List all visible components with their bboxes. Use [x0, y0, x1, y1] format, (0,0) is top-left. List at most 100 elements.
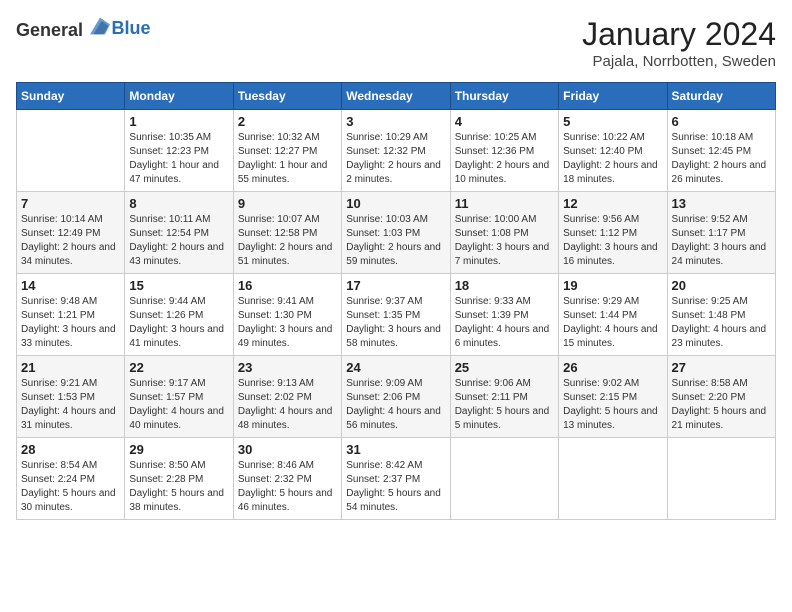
calendar-day-cell: 31 Sunrise: 8:42 AMSunset: 2:37 PMDayligh…	[342, 438, 450, 520]
logo-general: General	[16, 20, 83, 40]
day-info: Sunrise: 8:46 AMSunset: 2:32 PMDaylight:…	[238, 459, 337, 515]
day-number: 11	[455, 196, 554, 211]
day-info: Sunrise: 8:50 AMSunset: 2:28 PMDaylight:…	[129, 459, 228, 515]
day-number: 17	[346, 278, 445, 293]
calendar-day-cell: 4Sunrise: 10:25 AMSunset: 12:36 PMDaylig…	[450, 110, 558, 192]
day-info: Sunrise: 9:06 AMSunset: 2:11 PMDaylight:…	[455, 377, 554, 433]
calendar-week-row: 1 Sunrise: 10:35 AMSunset: 12:23 PMDaylig…	[17, 110, 776, 192]
day-number: 26	[563, 360, 662, 375]
day-info: Sunrise: 9:09 AMSunset: 2:06 PMDaylight:…	[346, 377, 445, 433]
title-block: January 2024 Pajala, Norrbotten, Sweden	[582, 16, 776, 70]
day-info: Sunrise: 8:42 AMSunset: 2:37 PMDaylight:…	[346, 459, 445, 515]
day-number: 23	[238, 360, 337, 375]
calendar-day-cell: 19Sunrise: 9:29 AMSunset: 1:44 PMDayligh…	[559, 274, 667, 356]
day-info: Sunrise: 10:14 AMSunset: 12:49 PMDayligh…	[21, 213, 120, 269]
day-info: Sunrise: 9:37 AMSunset: 1:35 PMDaylight:…	[346, 295, 445, 351]
day-number: 9	[238, 196, 337, 211]
day-number: 18	[455, 278, 554, 293]
calendar-week-row: 21 Sunrise: 9:21 AMSunset: 1:53 PMDayligh…	[17, 356, 776, 438]
calendar-day-cell: 30Sunrise: 8:46 AMSunset: 2:32 PMDayligh…	[233, 438, 341, 520]
weekday-header-cell: Monday	[125, 83, 233, 110]
day-number: 7	[21, 196, 120, 211]
calendar-day-cell: 24 Sunrise: 9:09 AMSunset: 2:06 PMDayligh…	[342, 356, 450, 438]
day-info: Sunrise: 10:35 AMSunset: 12:23 PMDayligh…	[129, 131, 228, 187]
calendar-day-cell: 1 Sunrise: 10:35 AMSunset: 12:23 PMDaylig…	[125, 110, 233, 192]
day-info: Sunrise: 10:29 AMSunset: 12:32 PMDayligh…	[346, 131, 445, 187]
weekday-header-row: SundayMondayTuesdayWednesdayThursdayFrid…	[17, 83, 776, 110]
calendar-day-cell: 20 Sunrise: 9:25 AMSunset: 1:48 PMDayligh…	[667, 274, 775, 356]
day-number: 24	[346, 360, 445, 375]
month-title: January 2024	[582, 16, 776, 53]
day-info: Sunrise: 9:48 AMSunset: 1:21 PMDaylight:…	[21, 295, 120, 351]
calendar-day-cell: 18 Sunrise: 9:33 AMSunset: 1:39 PMDayligh…	[450, 274, 558, 356]
calendar-day-cell: 21 Sunrise: 9:21 AMSunset: 1:53 PMDayligh…	[17, 356, 125, 438]
calendar-day-cell	[559, 438, 667, 520]
calendar-day-cell: 10Sunrise: 10:03 AMSunset: 1:03 PMDaylig…	[342, 192, 450, 274]
day-number: 28	[21, 442, 120, 457]
day-info: Sunrise: 10:07 AMSunset: 12:58 PMDayligh…	[238, 213, 337, 269]
day-info: Sunrise: 9:33 AMSunset: 1:39 PMDaylight:…	[455, 295, 554, 351]
weekday-header-cell: Saturday	[667, 83, 775, 110]
logo-icon	[90, 16, 110, 36]
day-number: 2	[238, 114, 337, 129]
calendar-body: 1 Sunrise: 10:35 AMSunset: 12:23 PMDaylig…	[17, 110, 776, 520]
calendar-day-cell: 26 Sunrise: 9:02 AMSunset: 2:15 PMDayligh…	[559, 356, 667, 438]
calendar-day-cell: 5 Sunrise: 10:22 AMSunset: 12:40 PMDaylig…	[559, 110, 667, 192]
day-number: 12	[563, 196, 662, 211]
day-number: 22	[129, 360, 228, 375]
day-info: Sunrise: 9:41 AMSunset: 1:30 PMDaylight:…	[238, 295, 337, 351]
logo-blue: Blue	[112, 18, 151, 38]
calendar-day-cell: 27Sunrise: 8:58 AMSunset: 2:20 PMDayligh…	[667, 356, 775, 438]
calendar-day-cell: 9 Sunrise: 10:07 AMSunset: 12:58 PMDaylig…	[233, 192, 341, 274]
day-number: 1	[129, 114, 228, 129]
calendar-day-cell: 8Sunrise: 10:11 AMSunset: 12:54 PMDaylig…	[125, 192, 233, 274]
calendar-day-cell: 12 Sunrise: 9:56 AMSunset: 1:12 PMDayligh…	[559, 192, 667, 274]
calendar-day-cell: 22Sunrise: 9:17 AMSunset: 1:57 PMDayligh…	[125, 356, 233, 438]
day-number: 5	[563, 114, 662, 129]
calendar-day-cell: 28 Sunrise: 8:54 AMSunset: 2:24 PMDayligh…	[17, 438, 125, 520]
calendar-day-cell: 13Sunrise: 9:52 AMSunset: 1:17 PMDayligh…	[667, 192, 775, 274]
day-info: Sunrise: 10:00 AMSunset: 1:08 PMDaylight…	[455, 213, 554, 269]
calendar-day-cell	[450, 438, 558, 520]
calendar-week-row: 7 Sunrise: 10:14 AMSunset: 12:49 PMDaylig…	[17, 192, 776, 274]
weekday-header-cell: Sunday	[17, 83, 125, 110]
calendar-day-cell: 15 Sunrise: 9:44 AMSunset: 1:26 PMDayligh…	[125, 274, 233, 356]
day-info: Sunrise: 9:21 AMSunset: 1:53 PMDaylight:…	[21, 377, 120, 433]
day-number: 15	[129, 278, 228, 293]
calendar-day-cell: 25 Sunrise: 9:06 AMSunset: 2:11 PMDayligh…	[450, 356, 558, 438]
calendar-day-cell: 3 Sunrise: 10:29 AMSunset: 12:32 PMDaylig…	[342, 110, 450, 192]
calendar-day-cell: 11 Sunrise: 10:00 AMSunset: 1:08 PMDaylig…	[450, 192, 558, 274]
day-number: 29	[129, 442, 228, 457]
weekday-header-cell: Tuesday	[233, 83, 341, 110]
day-info: Sunrise: 8:58 AMSunset: 2:20 PMDaylight:…	[672, 377, 771, 433]
calendar-day-cell	[667, 438, 775, 520]
calendar-day-cell: 17 Sunrise: 9:37 AMSunset: 1:35 PMDayligh…	[342, 274, 450, 356]
day-number: 16	[238, 278, 337, 293]
calendar-day-cell: 16 Sunrise: 9:41 AMSunset: 1:30 PMDayligh…	[233, 274, 341, 356]
day-number: 25	[455, 360, 554, 375]
day-number: 14	[21, 278, 120, 293]
calendar-week-row: 14 Sunrise: 9:48 AMSunset: 1:21 PMDayligh…	[17, 274, 776, 356]
day-info: Sunrise: 9:56 AMSunset: 1:12 PMDaylight:…	[563, 213, 662, 269]
weekday-header-cell: Thursday	[450, 83, 558, 110]
day-number: 6	[672, 114, 771, 129]
page-header: General Blue January 2024 Pajala, Norrbo…	[16, 16, 776, 70]
day-number: 13	[672, 196, 771, 211]
calendar-day-cell: 6Sunrise: 10:18 AMSunset: 12:45 PMDaylig…	[667, 110, 775, 192]
weekday-header-cell: Wednesday	[342, 83, 450, 110]
calendar-day-cell: 14 Sunrise: 9:48 AMSunset: 1:21 PMDayligh…	[17, 274, 125, 356]
day-info: Sunrise: 10:22 AMSunset: 12:40 PMDayligh…	[563, 131, 662, 187]
day-number: 3	[346, 114, 445, 129]
calendar-week-row: 28 Sunrise: 8:54 AMSunset: 2:24 PMDayligh…	[17, 438, 776, 520]
day-number: 8	[129, 196, 228, 211]
day-info: Sunrise: 9:44 AMSunset: 1:26 PMDaylight:…	[129, 295, 228, 351]
day-number: 20	[672, 278, 771, 293]
day-number: 21	[21, 360, 120, 375]
day-info: Sunrise: 8:54 AMSunset: 2:24 PMDaylight:…	[21, 459, 120, 515]
day-info: Sunrise: 9:02 AMSunset: 2:15 PMDaylight:…	[563, 377, 662, 433]
day-number: 19	[563, 278, 662, 293]
day-number: 31	[346, 442, 445, 457]
calendar-day-cell: 2Sunrise: 10:32 AMSunset: 12:27 PMDaylig…	[233, 110, 341, 192]
calendar-day-cell: 7 Sunrise: 10:14 AMSunset: 12:49 PMDaylig…	[17, 192, 125, 274]
day-info: Sunrise: 9:25 AMSunset: 1:48 PMDaylight:…	[672, 295, 771, 351]
